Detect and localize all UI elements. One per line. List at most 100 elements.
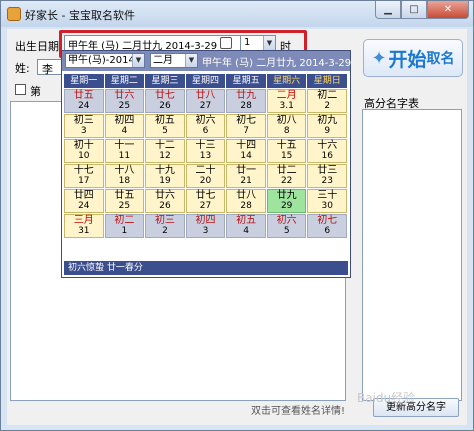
calendar-day[interactable]: 初五 4 [226,214,266,238]
calendar-day[interactable]: 初九 9 [307,114,348,138]
calendar-day[interactable]: 十六 16 [307,139,348,163]
minimize-icon: ▁ [384,4,392,15]
lunar-date: 廿八 [236,190,257,201]
calendar-day[interactable]: 初二 1 [104,214,145,238]
calendar-day[interactable]: 二十 20 [185,164,226,188]
calendar-day[interactable]: 廿六 25 [104,89,145,113]
calendar-day[interactable]: 十三 13 [185,139,226,163]
lunar-date: 廿六 [154,190,175,201]
lunar-date: 廿七 [154,90,175,101]
calendar-day[interactable]: 廿三 23 [307,164,348,188]
solar-date: 12 [159,151,171,161]
calendar-day[interactable]: 三十 30 [307,189,348,213]
solar-date: 10 [78,151,90,161]
chevron-down-icon[interactable]: ▼ [132,54,144,67]
calendar-day[interactable]: 十九 19 [145,164,185,188]
calendar-day[interactable]: 十五 15 [266,139,307,163]
calendar-day-selected[interactable]: 廿九 29 [266,189,307,213]
calendar-day[interactable]: 十七 17 [64,164,104,188]
lunar-date: 初二 [114,215,135,226]
calendar-day[interactable]: 初六 6 [185,114,226,138]
calendar-day[interactable]: 廿五 24 [64,89,104,113]
lunar-date: 初七 [317,215,338,226]
solar-date: 5 [283,226,290,236]
maximize-button[interactable]: □ [401,1,427,19]
year-select[interactable]: 甲午(马)-2014 ▼ [65,53,145,68]
lunar-date: 十二 [154,140,175,151]
calendar-day[interactable]: 廿八 27 [185,89,226,113]
solar-date: 28 [240,201,252,211]
title-bar[interactable]: 好家长 - 宝宝取名软件 ▁ □ ✕ [1,1,473,27]
minimize-button[interactable]: ▁ [375,1,401,19]
calendar-day[interactable]: 廿四 24 [64,189,104,213]
calendar-day[interactable]: 二月 3.1 [266,89,307,113]
calendar-day[interactable]: 十八 18 [104,164,145,188]
lunar-date: 廿八 [195,90,216,101]
calendar-day[interactable]: 廿五 25 [104,189,145,213]
solar-date: 27 [199,101,212,111]
solar-terms-footer: 初六惊蛰 廿一春分 [64,261,348,275]
lunar-date: 初十 [73,140,94,151]
solar-date: 16 [321,151,333,161]
calendar-day[interactable]: 初三 3 [64,114,104,138]
calendar-day[interactable]: 十一 11 [104,139,145,163]
solar-date: 4 [121,126,128,136]
calendar-day[interactable]: 廿七 26 [145,89,185,113]
solar-date: 9 [324,126,331,136]
close-button[interactable]: ✕ [427,1,469,19]
calendar-day[interactable]: 廿一 21 [226,164,266,188]
calendar-day[interactable]: 初六 5 [266,214,307,238]
solar-date: 11 [118,151,131,161]
solar-date: 18 [118,176,131,186]
maximize-icon: □ [409,4,419,15]
lunar-date: 初五 [154,115,175,126]
chevron-down-icon[interactable]: ▼ [185,54,197,67]
solar-date: 6 [324,226,331,236]
calendar-day[interactable]: 初三 2 [145,214,185,238]
calendar-day[interactable]: 十二 12 [145,139,185,163]
calendar-day[interactable]: 初四 3 [185,214,226,238]
calendar-day[interactable]: 初八 8 [266,114,307,138]
lunar-date: 初三 [73,115,94,126]
calendar-day[interactable]: 廿九 28 [226,89,266,113]
baidu-watermark: Baidu经验 [357,391,416,405]
lunar-date: 廿六 [114,90,135,101]
solar-date: 6 [202,126,209,136]
lunar-date: 十五 [276,140,297,151]
solar-date: 29 [280,201,293,211]
calendar-day[interactable]: 十四 14 [226,139,266,163]
solar-date: 3 [202,226,209,236]
window-controls: ▁ □ ✕ [375,1,469,19]
calendar-day[interactable]: 初四 4 [104,114,145,138]
lunar-date: 十六 [317,140,338,151]
calendar-day[interactable]: 初七 7 [226,114,266,138]
solar-date: 25 [118,101,131,111]
weekday-label: 星期日 [307,74,348,88]
solar-date: 8 [283,126,290,136]
solar-date: 22 [280,176,293,186]
calendar-week-row: 三月 31 初二 1 初三 2 初四 3 初五 4 初六 5 初七 6 [64,213,348,238]
calendar-day[interactable]: 廿二 22 [266,164,307,188]
surname-value: 李 [42,63,53,76]
calendar-day[interactable]: 廿六 26 [145,189,185,213]
calendar-day[interactable]: 初二 2 [307,89,348,113]
high-score-list[interactable] [362,109,462,401]
client-area: 出生日期 甲午年 (马) 二月廿九 2014-3-29 1 ▼ 时 姓: 李 第… [7,29,467,425]
surname-input[interactable]: 李 [37,59,63,76]
solar-date: 2 [324,101,331,111]
calendar-day[interactable]: 三月 31 [64,214,104,238]
lunar-date: 初三 [154,215,175,226]
start-naming-button[interactable]: ✦ 开始 取名 [363,39,463,77]
calendar-day[interactable]: 初五 5 [145,114,185,138]
month-select[interactable]: 二月 ▼ [150,53,198,68]
solar-date: 3 [80,126,87,136]
calendar-day[interactable]: 廿七 27 [185,189,226,213]
calendar-day[interactable]: 初七 6 [307,214,348,238]
lunar-date: 廿五 [114,190,135,201]
generation-checkbox[interactable] [15,84,26,95]
calendar-day[interactable]: 廿八 28 [226,189,266,213]
calendar-day[interactable]: 初十 10 [64,139,104,163]
solar-date: 17 [78,176,90,186]
calendar-header-date: 甲午年 (马) 二月廿九 2014-3-29 [202,58,352,69]
lunar-date: 十三 [195,140,216,151]
